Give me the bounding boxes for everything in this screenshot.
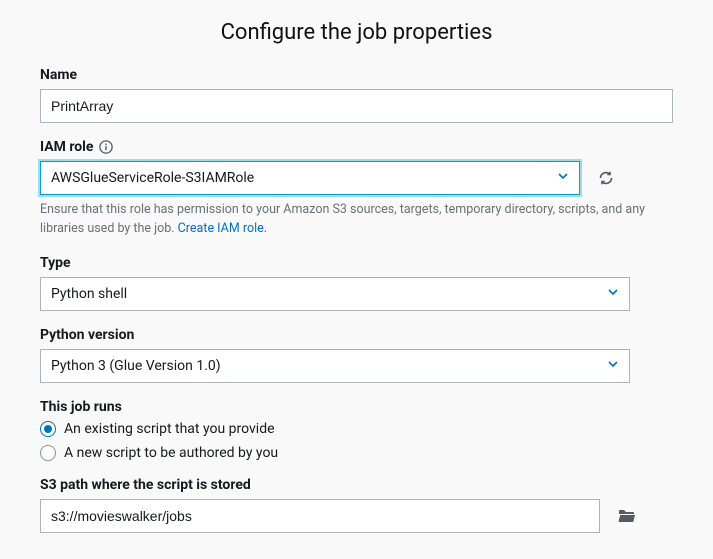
iam-role-helper: Ensure that this role has permission to … [40, 201, 673, 239]
create-iam-role-link[interactable]: Create IAM role. [178, 221, 267, 236]
radio-existing-script[interactable]: An existing script that you provide [40, 421, 673, 437]
s3-path-label: S3 path where the script is stored [40, 477, 251, 493]
iam-role-select[interactable]: AWSGlueServiceRole-S3IAMRole [40, 161, 580, 195]
iam-role-value: AWSGlueServiceRole-S3IAMRole [51, 170, 254, 186]
s3-path-input[interactable] [40, 499, 600, 533]
radio-new-script[interactable]: A new script to be authored by you [40, 445, 673, 461]
job-runs-label: This job runs [40, 399, 122, 415]
field-type: Type Python shell [40, 255, 673, 311]
name-label: Name [40, 67, 77, 83]
field-s3-path: S3 path where the script is stored [40, 477, 673, 533]
folder-icon[interactable] [612, 502, 642, 530]
page-title: Configure the job properties [40, 20, 673, 45]
field-iam-role: IAM role AWSGlueServiceRole-S3IAMRole [40, 139, 673, 239]
python-version-value: Python 3 (Glue Version 1.0) [51, 358, 221, 374]
chevron-down-icon [557, 170, 569, 186]
chevron-down-icon [607, 358, 619, 374]
type-value: Python shell [51, 286, 127, 302]
radio-indicator [40, 421, 56, 437]
radio-new-label: A new script to be authored by you [64, 445, 278, 461]
type-select[interactable]: Python shell [40, 277, 630, 311]
radio-existing-label: An existing script that you provide [64, 421, 275, 437]
field-job-runs: This job runs An existing script that yo… [40, 399, 673, 461]
type-label: Type [40, 255, 71, 271]
radio-indicator [40, 445, 56, 461]
chevron-down-icon [607, 286, 619, 302]
field-python-version: Python version Python 3 (Glue Version 1.… [40, 327, 673, 383]
field-name: Name [40, 67, 673, 123]
refresh-icon[interactable] [592, 164, 620, 192]
iam-role-label: IAM role [40, 139, 93, 155]
python-version-label: Python version [40, 327, 134, 343]
info-icon[interactable] [99, 140, 113, 154]
python-version-select[interactable]: Python 3 (Glue Version 1.0) [40, 349, 630, 383]
name-input[interactable] [40, 89, 673, 123]
